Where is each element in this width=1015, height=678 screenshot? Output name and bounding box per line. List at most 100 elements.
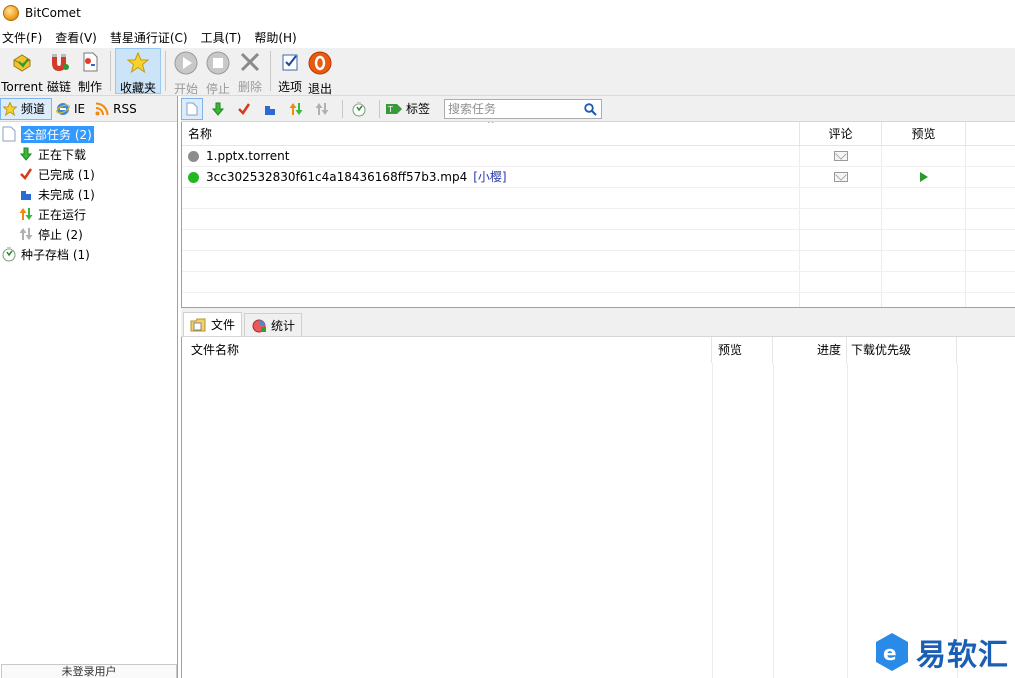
column-header-comment[interactable]: 评论 xyxy=(800,122,882,146)
menu-tools[interactable]: 工具(T) xyxy=(199,29,249,46)
up-down-arrows-icon xyxy=(289,102,303,115)
empty-row xyxy=(182,251,1015,272)
task-list-header: ^ 名称 评论 预览 xyxy=(182,122,1015,146)
column-header-file-preview[interactable]: 预览 xyxy=(712,337,773,363)
toolbar-separator xyxy=(270,51,271,91)
magnet-button[interactable]: 磁链 xyxy=(44,48,74,94)
make-torrent-button[interactable]: 制作 xyxy=(74,48,106,94)
tab-ie-label: IE xyxy=(74,101,86,116)
task-name-cell: 3cc302532830f61c4a18436168ff57b3.mp4 [小樱… xyxy=(182,167,800,187)
archive-icon xyxy=(1,246,17,262)
toolbar-separator xyxy=(342,99,343,118)
menu-passport[interactable]: 彗星通行证(C) xyxy=(108,29,195,46)
stop-button[interactable]: 停止 xyxy=(202,48,234,96)
comment-envelope-icon xyxy=(833,151,848,161)
task-row[interactable]: 1.pptx.torrent xyxy=(182,146,1015,167)
toolbar-separator xyxy=(165,51,166,91)
tag-button[interactable]: T 标签 xyxy=(385,100,430,117)
tree-item-incomplete-label: 未完成 (1) xyxy=(38,187,95,202)
torrent-label: Torrent xyxy=(1,80,43,94)
tab-rss-label: RSS xyxy=(113,101,137,116)
tree-item-incomplete[interactable]: 未完成 (1) xyxy=(0,184,177,204)
delete-label: 删除 xyxy=(237,80,262,94)
start-button[interactable]: 开始 xyxy=(170,48,202,96)
search-task-input[interactable] xyxy=(445,99,582,118)
favorites-label: 收藏夹 xyxy=(119,81,156,95)
delete-button[interactable]: 删除 xyxy=(234,48,266,94)
filter-running-button[interactable] xyxy=(285,98,307,120)
play-preview-icon[interactable] xyxy=(919,172,928,182)
tree-item-torrent-archive-label: 种子存档 (1) xyxy=(21,247,90,262)
menu-view[interactable]: 查看(V) xyxy=(53,29,104,46)
status-dot-icon xyxy=(188,171,199,183)
tree-item-stopped-label: 停止 (2) xyxy=(38,227,83,242)
watermark: e 易软汇 xyxy=(874,630,1009,674)
delete-icon xyxy=(238,51,262,73)
tab-channels[interactable]: 频道 xyxy=(0,97,53,120)
document-icon xyxy=(1,126,17,142)
tree-item-running[interactable]: 正在运行 xyxy=(0,204,177,224)
task-tag[interactable]: [小樱] xyxy=(473,167,506,187)
file-list-header: 文件名称 预览 进度 下载优先级 xyxy=(182,337,1015,363)
task-preview-cell xyxy=(882,146,966,166)
file-list: 文件名称 预览 进度 下载优先级 xyxy=(181,337,1015,678)
filter-stopped-button[interactable] xyxy=(311,98,333,120)
tab-channels-label: 频道 xyxy=(21,102,46,116)
task-name-cell: 1.pptx.torrent xyxy=(182,146,800,166)
tab-rss[interactable]: RSS xyxy=(93,98,143,120)
search-icon[interactable] xyxy=(584,102,597,116)
tree-item-all-tasks[interactable]: 全部任务 (2) xyxy=(0,124,177,144)
column-header-progress[interactable]: 进度 xyxy=(773,337,847,363)
menu-help[interactable]: 帮助(H) xyxy=(252,29,303,46)
column-divider xyxy=(773,363,774,678)
menu-file[interactable]: 文件(F) xyxy=(0,29,49,46)
filter-all-button[interactable] xyxy=(181,97,203,120)
empty-row xyxy=(182,293,1015,307)
toolbar-separator xyxy=(110,51,111,91)
options-button[interactable]: 选项 xyxy=(275,48,305,94)
tree-item-stopped[interactable]: 停止 (2) xyxy=(0,224,177,244)
task-category-tree: 全部任务 (2) 正在下载 已完成 (1) 未完成 (1) 正在运行 停止 (2… xyxy=(0,122,177,264)
task-preview-cell[interactable] xyxy=(882,167,966,187)
folder-files-icon xyxy=(190,318,206,331)
favorites-button[interactable]: 收藏夹 xyxy=(115,48,161,95)
column-header-file-name[interactable]: 文件名称 xyxy=(182,337,712,363)
empty-row xyxy=(182,272,1015,293)
check-icon xyxy=(238,102,251,115)
stop-label: 停止 xyxy=(205,82,230,96)
login-status-box[interactable]: 未登录用户 xyxy=(1,664,177,678)
window-title: BitComet xyxy=(25,6,81,20)
column-header-priority[interactable]: 下载优先级 xyxy=(847,337,957,363)
tree-item-completed[interactable]: 已完成 (1) xyxy=(0,164,177,184)
torrent-button[interactable]: Torrent xyxy=(0,48,44,94)
make-torrent-icon xyxy=(78,51,102,73)
tree-item-torrent-archive[interactable]: 种子存档 (1) xyxy=(0,244,177,264)
power-icon xyxy=(308,51,332,75)
status-dot-icon xyxy=(188,150,199,162)
menu-bar: 文件(F) 查看(V) 彗星通行证(C) 工具(T) 帮助(H) xyxy=(0,26,1015,48)
filter-archive-button[interactable] xyxy=(348,98,370,120)
document-icon xyxy=(186,102,198,115)
main-toolbar: Torrent 磁链 制作 收藏夹 开始 停止 删除 选项 退出 xyxy=(0,48,1015,96)
task-row[interactable]: 3cc302532830f61c4a18436168ff57b3.mp4 [小樱… xyxy=(182,167,1015,188)
column-header-preview[interactable]: 预览 xyxy=(882,122,966,146)
task-name: 1.pptx.torrent xyxy=(206,149,290,163)
tag-button-label: 标签 xyxy=(406,102,431,116)
incomplete-icon xyxy=(18,186,34,202)
exit-button[interactable]: 退出 xyxy=(305,48,335,96)
search-task-box xyxy=(444,98,603,119)
filter-incomplete-button[interactable] xyxy=(259,98,281,120)
tab-files[interactable]: 文件 xyxy=(183,312,243,336)
task-comment-cell[interactable] xyxy=(800,167,882,187)
filter-completed-button[interactable] xyxy=(233,98,255,120)
task-comment-cell[interactable] xyxy=(800,146,882,166)
tab-stats[interactable]: 统计 xyxy=(244,313,303,336)
start-icon xyxy=(174,51,198,75)
tag-icon: T xyxy=(386,103,402,114)
down-arrow-icon xyxy=(211,102,225,116)
filter-downloading-button[interactable] xyxy=(207,98,229,120)
torrent-icon xyxy=(10,51,34,75)
tab-ie[interactable]: IE xyxy=(54,98,91,120)
make-torrent-label: 制作 xyxy=(77,80,102,94)
tree-item-downloading[interactable]: 正在下载 xyxy=(0,144,177,164)
